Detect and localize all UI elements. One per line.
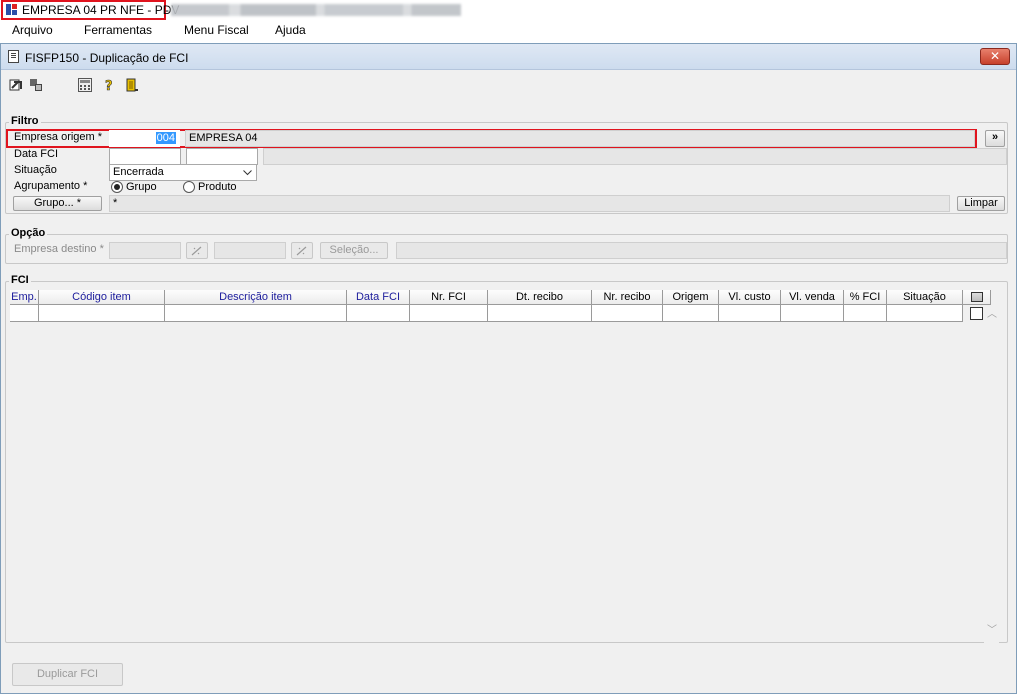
fci-grid: Emp. Código item Descrição item Data FCI… <box>10 290 995 641</box>
situacao-select[interactable]: Encerrada <box>109 164 257 181</box>
menu-fiscal[interactable]: Menu Fiscal <box>184 23 249 37</box>
cell-origem[interactable] <box>663 305 719 322</box>
column-header-nr-recibo[interactable]: Nr. recibo <box>592 290 663 305</box>
cell-vl-venda[interactable] <box>781 305 844 322</box>
document-icon <box>8 50 19 63</box>
scroll-up-icon[interactable]: ︿ <box>987 310 997 320</box>
column-header-select-all[interactable] <box>963 290 991 305</box>
column-header-data-fci[interactable]: Data FCI <box>347 290 410 305</box>
empresa-destino-label: Empresa destino * <box>14 243 104 255</box>
help-icon[interactable]: ? <box>103 78 117 92</box>
grupo-value: * <box>113 197 118 209</box>
selecao-value-field <box>396 242 1007 259</box>
menu-arquivo[interactable]: Arquivo <box>12 23 53 37</box>
situacao-value: Encerrada <box>113 166 164 178</box>
empresa-origem-name: EMPRESA 04 <box>189 132 258 144</box>
column-header-vl-custo[interactable]: Vl. custo <box>719 290 781 305</box>
cell-descricao-item[interactable] <box>165 305 347 322</box>
cell-pct-fci[interactable] <box>844 305 887 322</box>
radio-grupo[interactable] <box>111 181 123 193</box>
chevron-down-icon <box>243 170 252 176</box>
data-fci-info-field <box>263 148 1007 165</box>
refresh-icon[interactable] <box>29 78 43 92</box>
empresa-lookup-button[interactable]: » <box>985 130 1005 147</box>
menu-ferramentas[interactable]: Ferramentas <box>84 23 152 37</box>
column-header-pct-fci[interactable]: % FCI <box>844 290 887 305</box>
cell-dt-recibo[interactable] <box>488 305 592 322</box>
cell-data-fci[interactable] <box>347 305 410 322</box>
cell-codigo-item[interactable] <box>39 305 165 322</box>
blurred-title-info <box>171 4 461 16</box>
column-header-origem[interactable]: Origem <box>663 290 719 305</box>
window-title-bar: FISFP150 - Duplicação de FCI ✕ <box>1 44 1016 70</box>
empresa-origem-code-field[interactable]: 004 <box>109 130 180 147</box>
scroll-down-icon[interactable]: ﹀ <box>987 626 997 636</box>
empresa-destino-code-field <box>109 242 181 259</box>
svg-text:?: ? <box>105 79 113 92</box>
window-close-button[interactable]: ✕ <box>980 48 1010 65</box>
fci-group-title: FCI <box>9 274 31 286</box>
empresa-origem-name-field: EMPRESA 04 <box>185 130 975 147</box>
filtro-group-title: Filtro <box>9 115 41 127</box>
column-header-dt-recibo[interactable]: Dt. recibo <box>488 290 592 305</box>
app-title-separator: - <box>165 3 169 17</box>
column-header-descricao-item[interactable]: Descrição item <box>165 290 347 305</box>
lookup-icon <box>191 246 202 256</box>
grupo-button[interactable]: Grupo... * <box>13 196 102 211</box>
fci-window: FISFP150 - Duplicação de FCI ✕ ? Filtro … <box>0 43 1017 694</box>
data-fci-start-field[interactable] <box>109 148 181 165</box>
grid-vertical-scrollbar[interactable]: ︿ ﹀ <box>984 310 999 644</box>
cell-situacao[interactable] <box>887 305 963 322</box>
radio-produto[interactable] <box>183 181 195 193</box>
empresa-destino-name-field <box>214 242 286 259</box>
exit-icon[interactable] <box>9 78 23 92</box>
calculator-icon[interactable] <box>78 78 92 92</box>
grupo-button-label: Grupo... * <box>33 197 82 209</box>
cell-nr-fci[interactable] <box>410 305 488 322</box>
door-icon[interactable] <box>125 78 139 92</box>
situacao-label: Situação <box>14 164 57 176</box>
limpar-button[interactable]: Limpar <box>957 196 1005 211</box>
toolbar: ? <box>1 71 1016 101</box>
opcao-group-title: Opção <box>9 227 48 239</box>
cell-emp[interactable] <box>10 305 39 322</box>
lookup-icon <box>296 246 307 256</box>
data-fci-label: Data FCI <box>14 148 59 160</box>
duplicar-fci-button: Duplicar FCI <box>12 663 123 686</box>
select-all-checkbox-icon <box>970 292 983 302</box>
empresa-destino-lookup-button <box>186 242 208 259</box>
cell-nr-recibo[interactable] <box>592 305 663 322</box>
empresa-origem-code: 004 <box>155 132 176 144</box>
radio-produto-label: Produto <box>198 181 237 193</box>
column-header-vl-venda[interactable]: Vl. venda <box>781 290 844 305</box>
empresa-origem-label: Empresa origem * <box>14 131 103 143</box>
radio-grupo-label: Grupo <box>126 181 157 193</box>
app-icon <box>5 3 18 16</box>
row-checkbox[interactable] <box>970 307 983 320</box>
empresa-destino-lookup2-button <box>291 242 313 259</box>
column-header-nr-fci[interactable]: Nr. FCI <box>410 290 488 305</box>
window-title: FISFP150 - Duplicação de FCI <box>25 51 189 65</box>
app-title-bar: EMPRESA 04 PR NFE - PDV - <box>0 0 1017 20</box>
cell-vl-custo[interactable] <box>719 305 781 322</box>
data-fci-end-field[interactable] <box>186 148 258 165</box>
selecao-button: Seleção... <box>320 242 388 259</box>
grupo-value-field: * <box>109 195 950 212</box>
column-header-emp[interactable]: Emp. <box>10 290 39 305</box>
agrupamento-label: Agrupamento * <box>14 180 88 192</box>
app-title: EMPRESA 04 PR NFE - PDV <box>22 3 180 17</box>
menu-bar: Arquivo Ferramentas Menu Fiscal Ajuda <box>0 20 1017 41</box>
column-header-codigo-item[interactable]: Código item <box>39 290 165 305</box>
menu-ajuda[interactable]: Ajuda <box>275 23 306 37</box>
column-header-situacao[interactable]: Situação <box>887 290 963 305</box>
